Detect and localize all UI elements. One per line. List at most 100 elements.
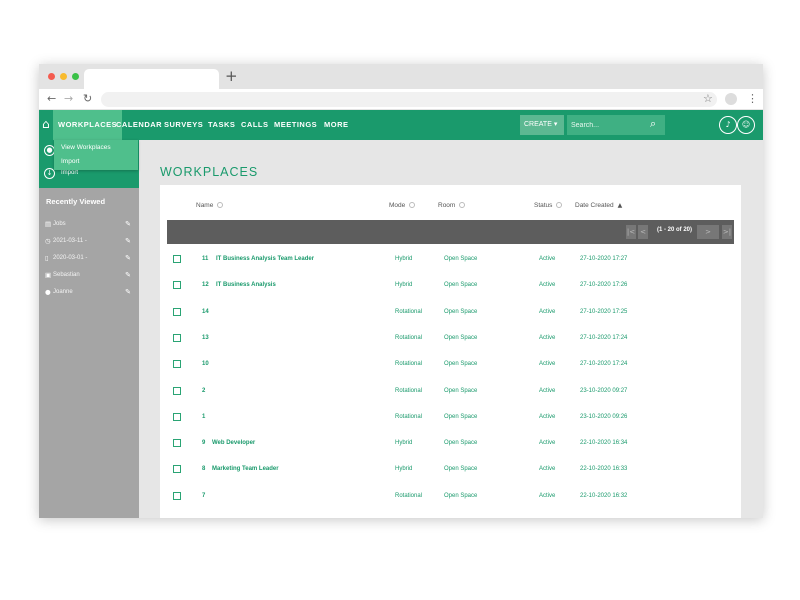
table-row[interactable]: 11 IT Business Analysis Team Leader Hybrid… [160,246,741,272]
nav-workplaces[interactable]: WORKPLACES [53,110,123,140]
forward-arrow-icon[interactable]: → [64,91,73,107]
row-number[interactable]: 7 [202,492,205,500]
home-icon[interactable]: ⌂ [42,117,50,131]
row-checkbox[interactable] [173,439,181,448]
nav-calls[interactable]: CALLS [241,110,269,140]
nav-surveys[interactable]: SURVEYS [164,110,203,140]
browser-tab[interactable] [84,69,219,89]
column-header-date-created[interactable]: Date Created ▲ [575,202,622,209]
menu-item-view-workplaces[interactable]: View Workplaces [61,144,111,151]
table-icon: ▤ [45,220,52,228]
row-name-link[interactable]: Web Developer [212,439,255,447]
new-tab-icon[interactable]: + [225,68,238,84]
row-checkbox[interactable] [173,465,181,474]
recent-item-label: Joanne [53,289,73,295]
column-header-mode[interactable]: Mode [389,202,416,209]
column-header-status[interactable]: Status [534,202,563,209]
row-room: Open Space [444,492,478,499]
nav-meetings[interactable]: MEETINGS [274,110,317,140]
table-row[interactable]: 12 IT Business Analysis Hybrid Open Space Ac… [160,272,741,298]
next-page-button[interactable]: > [697,225,719,239]
nav-calendar[interactable]: CALENDAR [116,110,162,140]
prev-page-button[interactable]: < [638,225,648,239]
notification-bell-icon[interactable]: ♪ [719,116,737,134]
row-checkbox[interactable] [173,360,181,369]
row-number[interactable]: 10 [202,360,209,368]
row-number[interactable]: 8 [202,465,205,473]
edit-pencil-icon[interactable]: ✎ [125,219,131,229]
table-row[interactable]: 9 Web Developer Hybrid Open Space Active 22-1… [160,430,741,456]
recent-item[interactable]: ▤ Jobs ✎ [45,219,133,231]
row-mode: Rotational [395,387,423,394]
table-row[interactable]: 14 Rotational Open Space Active 27-10-2020 1… [160,299,741,325]
edit-pencil-icon[interactable]: ✎ [125,270,131,280]
recent-item[interactable]: ◷ 2021-03-11 - ✎ [45,236,133,248]
first-page-button[interactable]: |< [626,225,636,239]
row-room: Open Space [444,440,478,447]
row-room: Open Space [444,282,478,289]
row-checkbox[interactable] [173,412,181,421]
row-date-created: 27-10-2020 17:26 [580,282,628,289]
nav-more[interactable]: MORE [324,110,349,140]
reload-icon[interactable]: ↻ [83,91,92,107]
recent-item[interactable]: ● Joanne ✎ [45,287,133,299]
edit-pencil-icon[interactable]: ✎ [125,253,131,263]
table-row[interactable]: 7 Rotational Open Space Active 22-10-2020 16… [160,483,741,509]
row-number[interactable]: 1 [202,413,205,421]
row-date-created: 27-10-2020 17:25 [580,308,628,315]
create-button[interactable]: CREATE ▾ [520,115,564,135]
nav-tasks[interactable]: TASKS [208,110,235,140]
row-number[interactable]: 13 [202,334,209,342]
row-number[interactable]: 12 [202,281,209,289]
row-checkbox[interactable] [173,307,181,316]
profile-avatar[interactable] [725,93,737,105]
row-name-link[interactable]: Marketing Team Leader [212,465,279,473]
bookmark-star-icon[interactable]: ☆ [703,91,713,107]
header-label: Date Created [575,202,614,209]
menu-item-import[interactable]: Import [61,158,79,165]
edit-pencil-icon[interactable]: ✎ [125,287,131,297]
row-room: Open Space [444,466,478,473]
row-checkbox[interactable] [173,281,181,290]
search-input[interactable] [571,118,651,132]
row-status: Active [539,492,556,499]
row-number[interactable]: 14 [202,308,209,316]
sort-icon[interactable] [217,202,224,208]
search-icon[interactable]: ⌕ [650,116,656,132]
back-arrow-icon[interactable]: ← [47,91,56,107]
column-header-room[interactable]: Room [438,202,466,209]
sort-icon[interactable] [459,202,466,208]
edit-pencil-icon[interactable]: ✎ [125,236,131,246]
contact-icon: ▣ [45,271,52,279]
browser-menu-icon[interactable]: ⋮ [747,91,758,107]
close-window-button[interactable] [48,73,55,80]
row-number[interactable]: 2 [202,387,205,395]
row-checkbox[interactable] [173,255,181,263]
table-row[interactable]: 8 Marketing Team Leader Hybrid Open Space Ac… [160,456,741,482]
row-number[interactable]: 9 [202,439,205,447]
address-bar[interactable] [101,92,717,107]
table-row[interactable]: 1 Rotational Open Space Active 23-10-2020 09… [160,404,741,430]
sidebar-import-label[interactable]: Import [61,170,78,176]
table-row[interactable]: 13 Rotational Open Space Active 27-10-2020 1… [160,325,741,351]
recent-item[interactable]: ▯ 2020-03-01 - ✎ [45,253,133,265]
minimize-window-button[interactable] [60,73,67,80]
last-page-button[interactable]: >| [722,225,732,239]
user-account-icon[interactable]: ☺ [737,116,755,134]
recent-item[interactable]: ▣ Sebastian ✎ [45,270,133,282]
row-checkbox[interactable] [173,491,181,500]
row-date-created: 27-10-2020 17:24 [580,334,628,341]
row-name-link[interactable]: IT Business Analysis Team Leader [216,255,314,263]
table-row[interactable]: 2 Rotational Open Space Active 23-10-2020 09… [160,378,741,404]
table-row[interactable]: 10 Rotational Open Space Active 27-10-2020 1… [160,351,741,377]
column-header-name[interactable]: Name [196,202,224,209]
row-checkbox[interactable] [173,333,181,342]
row-room: Open Space [444,308,478,315]
sort-icon[interactable] [409,202,416,208]
row-checkbox[interactable] [173,386,181,395]
sort-ascending-icon[interactable]: ▲ [618,202,623,209]
sort-icon[interactable] [556,202,563,208]
row-number[interactable]: 11 [202,255,208,263]
row-name-link[interactable]: IT Business Analysis [216,281,276,289]
maximize-window-button[interactable] [72,73,79,80]
